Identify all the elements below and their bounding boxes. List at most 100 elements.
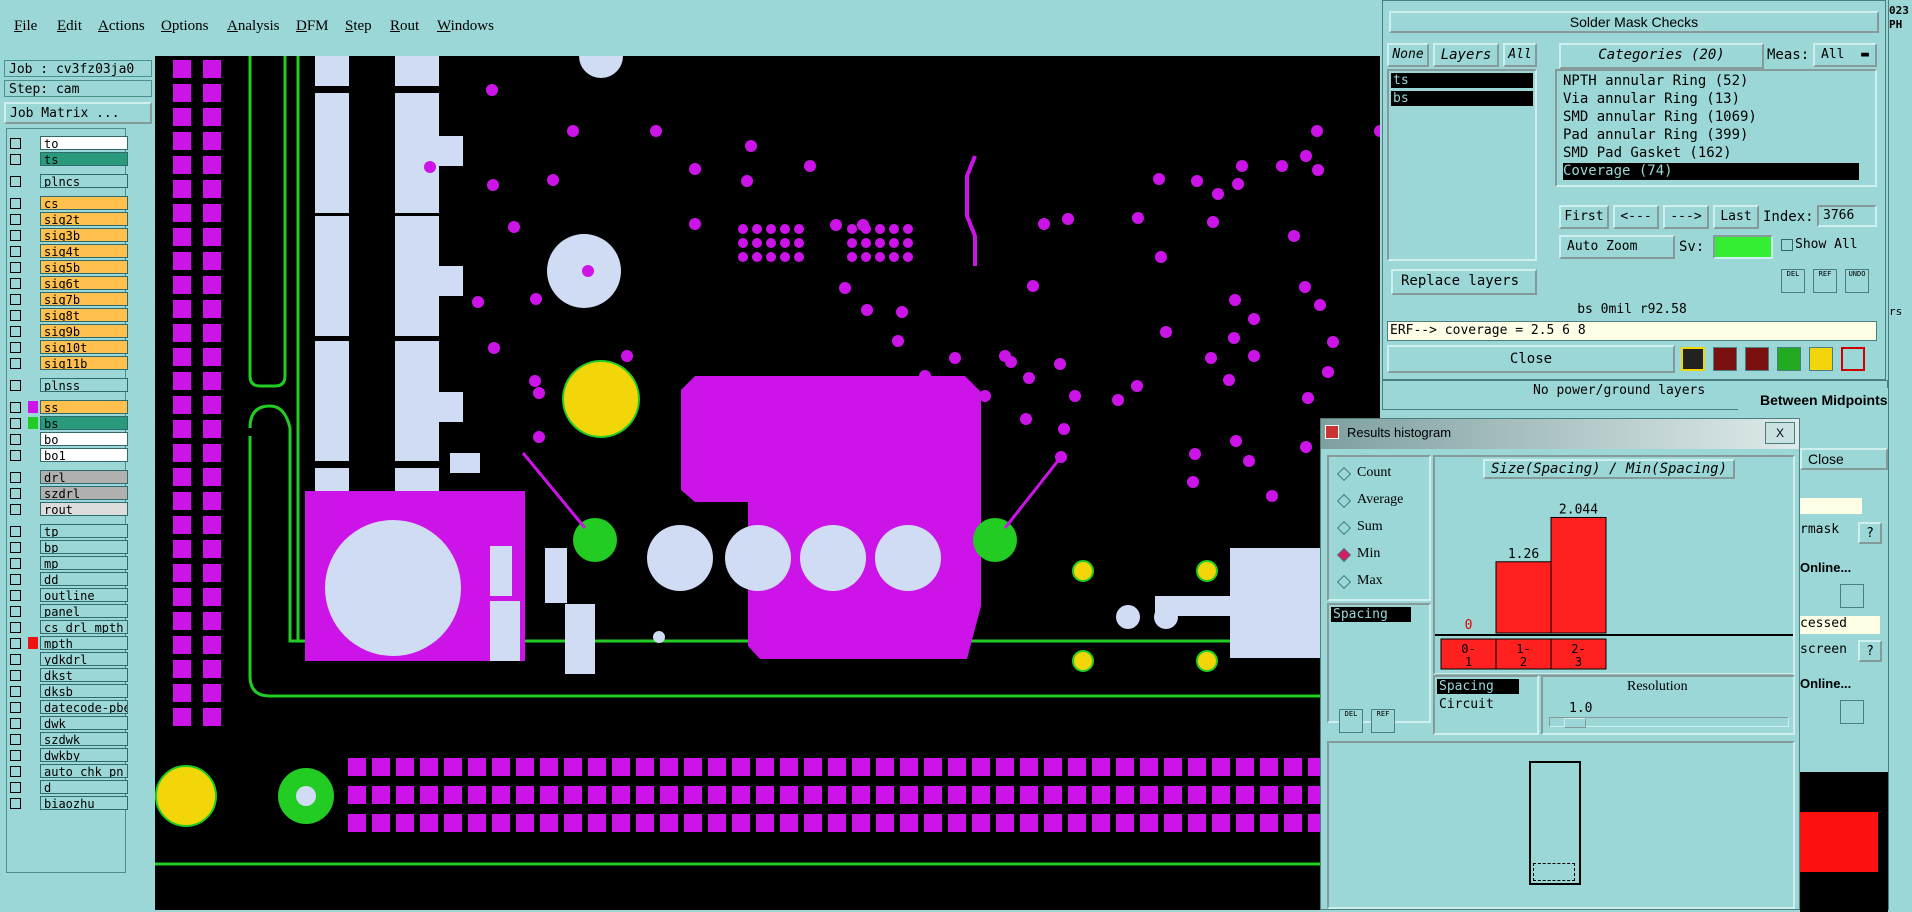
layer-name[interactable]: sig8t — [40, 308, 128, 322]
layer-name[interactable]: d — [40, 780, 128, 794]
layer-name[interactable]: mpth — [40, 636, 128, 650]
layer-row[interactable]: sig4t — [6, 244, 128, 259]
layer-name[interactable]: dkst — [40, 668, 128, 682]
layer-checkbox[interactable] — [10, 198, 21, 209]
layer-row[interactable]: cs — [6, 196, 128, 211]
layer-name[interactable]: rout — [40, 502, 128, 516]
layer-checkbox[interactable] — [10, 418, 21, 429]
layer-name[interactable]: bp — [40, 540, 128, 554]
layer-row[interactable]: ss — [6, 400, 128, 415]
menu-step[interactable]: Step — [345, 18, 372, 35]
layer-row[interactable]: sig5b — [6, 260, 128, 275]
layer-row[interactable]: cs_drl_mpth — [6, 620, 128, 635]
type-list[interactable]: Spacing Circuit — [1433, 675, 1539, 735]
radio-diamond-icon[interactable] — [1336, 574, 1352, 590]
ref-icon[interactable]: REF — [1813, 269, 1837, 293]
layer-row[interactable]: rout — [6, 502, 128, 517]
close-button[interactable]: Close — [1387, 345, 1675, 373]
radio-diamond-icon[interactable] — [1336, 547, 1352, 563]
layer-name[interactable]: sig4t — [40, 244, 128, 258]
radio-diamond-icon[interactable] — [1336, 466, 1352, 482]
layer-checkbox[interactable] — [10, 262, 21, 273]
report-tool-icon[interactable] — [1809, 347, 1833, 371]
layer-name[interactable]: dd — [40, 572, 128, 586]
layer-row[interactable]: bs — [6, 416, 128, 431]
layer-name[interactable]: dksb — [40, 684, 128, 698]
layer-checkbox[interactable] — [10, 472, 21, 483]
hist-del-icon[interactable]: DEL — [1339, 709, 1363, 733]
layer-checkbox[interactable] — [10, 574, 21, 585]
histogram-tool-icon[interactable] — [1841, 347, 1865, 371]
layer-row[interactable]: sig7b — [6, 292, 128, 307]
layer-row[interactable]: plnss — [6, 378, 128, 393]
layer-name[interactable]: sig3b — [40, 228, 128, 242]
layer-checkbox[interactable] — [10, 450, 21, 461]
layer-row[interactable]: ts — [6, 152, 128, 167]
layer-checkbox[interactable] — [10, 526, 21, 537]
auto-zoom-select[interactable]: Auto Zoom — [1559, 235, 1675, 259]
category-item[interactable]: Pad annular Ring (399) — [1563, 127, 1748, 144]
layer-checkbox[interactable] — [10, 214, 21, 225]
layer-name[interactable]: panel — [40, 604, 128, 618]
layer-name[interactable]: dwkby — [40, 748, 128, 762]
layer-row[interactable]: szdwk — [6, 732, 128, 747]
radio-diamond-icon[interactable] — [1336, 520, 1352, 536]
layer-name[interactable]: sig11b — [40, 356, 128, 370]
layer-checkbox[interactable] — [10, 590, 21, 601]
replace-layers-select[interactable]: Replace layers — [1391, 269, 1537, 295]
layer-checkbox[interactable] — [10, 798, 21, 809]
layer-name[interactable]: sig6t — [40, 276, 128, 290]
layer-name[interactable]: outline — [40, 588, 128, 602]
red-tool-icon[interactable] — [1713, 347, 1737, 371]
del-icon[interactable]: DEL — [1781, 269, 1805, 293]
layer-checkbox[interactable] — [10, 654, 21, 665]
measure-option-label[interactable]: Count — [1357, 465, 1391, 481]
layer-name[interactable]: drl — [40, 470, 128, 484]
layer-name[interactable]: tp — [40, 524, 128, 538]
layer-checkbox[interactable] — [10, 278, 21, 289]
layer-checkbox[interactable] — [10, 718, 21, 729]
layer-checkbox[interactable] — [10, 606, 21, 617]
layer-name[interactable]: sig9b — [40, 324, 128, 338]
measure-option-label[interactable]: Max — [1357, 573, 1383, 589]
layer-checkbox[interactable] — [10, 686, 21, 697]
layer-name[interactable]: sig5b — [40, 260, 128, 274]
category-item[interactable]: SMD Pad Gasket (162) — [1563, 145, 1732, 162]
layer-row[interactable]: biaozhu — [6, 796, 128, 811]
categories-button[interactable]: Categories (20) — [1559, 43, 1764, 69]
layer-name[interactable]: cs_drl_mpth — [40, 620, 128, 634]
category-item[interactable]: Coverage (74) — [1563, 163, 1859, 180]
first-button[interactable]: First — [1559, 205, 1609, 229]
green-tool-icon[interactable] — [1777, 347, 1801, 371]
last-button[interactable]: Last — [1713, 205, 1759, 229]
layer-checkbox[interactable] — [10, 558, 21, 569]
between-midpoints-option[interactable]: Between Midpoints — [1738, 388, 1888, 414]
layer-row[interactable]: datecode-pbe — [6, 700, 128, 715]
layer-checkbox[interactable] — [10, 622, 21, 633]
layer-item-bs[interactable]: bs — [1391, 91, 1533, 106]
category-item[interactable]: Via annular Ring (13) — [1563, 91, 1740, 108]
layer-row[interactable]: d — [6, 780, 128, 795]
help-button-2[interactable]: ? — [1858, 640, 1882, 662]
menu-edit[interactable]: Edit — [57, 18, 82, 35]
layer-name[interactable]: cs — [40, 196, 128, 210]
layer-checkbox[interactable] — [10, 380, 21, 391]
layer-row[interactable]: sig11b — [6, 356, 128, 371]
menu-analysis[interactable]: Analysis — [227, 18, 280, 35]
layer-checkbox[interactable] — [10, 342, 21, 353]
layer-name[interactable]: dwk — [40, 716, 128, 730]
menu-actions[interactable]: Actions — [98, 18, 145, 35]
layer-name[interactable]: plnss — [40, 378, 128, 392]
layer-checkbox[interactable] — [10, 138, 21, 149]
none-button[interactable]: None — [1387, 43, 1429, 67]
layer-checkbox[interactable] — [10, 750, 21, 761]
category-item[interactable]: SMD annular Ring (1069) — [1563, 109, 1757, 126]
layer-name[interactable]: auto_chk_pn — [40, 764, 128, 778]
slider-handle[interactable] — [1564, 718, 1586, 728]
layer-row[interactable]: bo1 — [6, 448, 128, 463]
layer-row[interactable]: dksb — [6, 684, 128, 699]
layer-checkbox[interactable] — [10, 154, 21, 165]
layer-checkbox[interactable] — [10, 766, 21, 777]
menu-options[interactable]: Options — [161, 18, 209, 35]
layer-row[interactable]: sig3b — [6, 228, 128, 243]
